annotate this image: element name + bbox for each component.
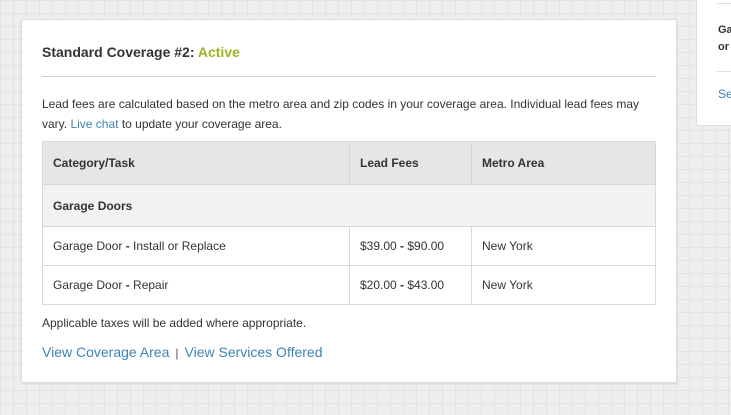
view-services-offered-link[interactable]: View Services Offered [185, 344, 323, 360]
coverage-title: Standard Coverage #2: Active [42, 44, 240, 60]
live-chat-link[interactable]: Live chat [70, 117, 118, 131]
column-header-category: Category/Task [42, 141, 350, 185]
lead-fees-table: Category/Task Lead Fees Metro Area Garag… [42, 141, 656, 305]
status-badge: Active [197, 44, 240, 60]
link-separator: | [175, 346, 179, 360]
table-row: Garage Door - Repair $20.00 - $43.00 New… [42, 265, 656, 305]
category-group-row: Garage Doors [42, 184, 656, 227]
fee-cell: $39.00 - $90.00 [349, 226, 472, 266]
sidebar-card-title: Ga or [718, 24, 731, 53]
description-text-end: to update your coverage area. [118, 117, 282, 131]
coverage-actions: View Coverage Area | View Services Offered [42, 344, 323, 360]
coverage-description: Lead fees are calculated based on the me… [42, 94, 656, 134]
coverage-card: Standard Coverage #2: Active Lead fees a… [21, 19, 677, 383]
fee-cell: $20.00 - $43.00 [349, 265, 472, 305]
table-header-row: Category/Task Lead Fees Metro Area [42, 141, 656, 185]
table-row: Garage Door - Install or Replace $39.00 … [42, 226, 656, 266]
title-divider [42, 76, 656, 77]
metro-cell: New York [471, 226, 656, 266]
metro-cell: New York [471, 265, 656, 305]
task-cell: Garage Door - Install or Replace [42, 226, 350, 266]
column-header-metro-area: Metro Area [471, 141, 656, 185]
task-cell: Garage Door - Repair [42, 265, 350, 305]
sidebar-card: Ga or Se [696, 0, 731, 126]
coverage-title-text: Standard Coverage #2: [42, 44, 195, 60]
category-group-label: Garage Doors [42, 184, 656, 227]
taxes-note: Applicable taxes will be added where app… [42, 316, 307, 330]
sidebar-divider [717, 71, 731, 72]
sidebar-link[interactable]: Se [718, 87, 731, 101]
column-header-lead-fees: Lead Fees [349, 141, 472, 185]
view-coverage-area-link[interactable]: View Coverage Area [42, 344, 169, 360]
sidebar-divider-top [717, 3, 731, 4]
